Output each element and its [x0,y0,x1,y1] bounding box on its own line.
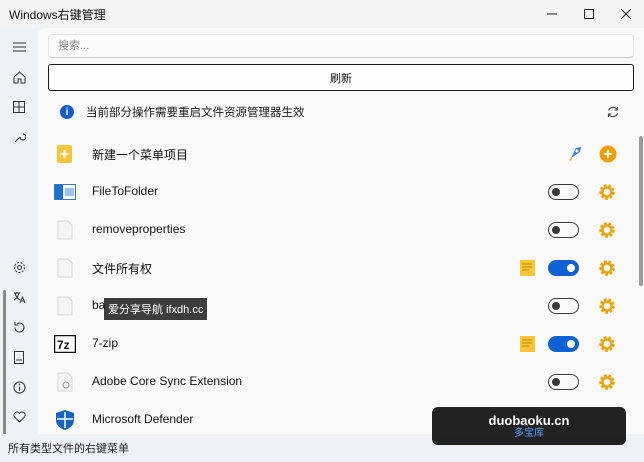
watermark-badge: duobaoku.cn 多宝库 [432,407,626,445]
window-title: Windows右键管理 [9,7,106,22]
status-text: 所有类型文件的右键菜单 [8,443,129,455]
gear-icon [599,222,615,238]
translate-icon [13,291,25,303]
list-item: removeproperties [48,212,634,248]
restore-icon [13,321,24,333]
item-toggle[interactable] [548,260,579,276]
list-item: Adobe Core Sync Extension [48,364,634,400]
vertical-scrollbar[interactable] [639,136,643,286]
refresh-button-label: 刷新 [330,72,352,85]
file-icon [54,295,76,317]
info-text: 当前部分操作需要重启文件资源管理器生效 [86,107,305,119]
item-toggle[interactable] [548,184,579,200]
nav-about[interactable] [8,376,30,398]
item-label: FileToFolder [92,184,159,198]
window-controls [533,0,644,28]
nav-backup[interactable] [8,316,30,338]
svg-text:7z: 7z [57,338,70,352]
list-item: 新建一个菜单项目 [48,136,634,172]
search-input[interactable] [48,34,634,58]
info-bar: i 当前部分操作需要重启文件资源管理器生效 [48,96,634,128]
sidebar [0,28,38,450]
rocket-icon [569,147,581,161]
nav-home[interactable] [8,66,30,88]
info-outline-icon [13,381,25,393]
add-circle-icon [599,145,617,163]
item-settings-button[interactable] [597,258,617,278]
refresh-button[interactable]: 刷新 [48,64,634,91]
edit-note-button[interactable] [519,335,537,353]
nav-file-types[interactable] [8,96,30,118]
list-item: FileToFolder [48,174,634,210]
nav-settings[interactable] [8,256,30,278]
maximize-button[interactable] [570,0,607,28]
list-item: 文件所有权 [48,250,634,286]
gear-icon [599,298,615,314]
gear-icon [599,336,615,352]
item-toggle[interactable] [548,336,579,352]
book-icon [14,350,24,364]
item-settings-button[interactable] [597,296,617,316]
item-label: removeproperties [92,222,186,236]
wrench-icon [14,132,26,142]
defender-icon [54,409,76,431]
gear-icon [599,184,615,200]
file-icon [54,371,76,393]
item-label: 新建一个菜单项目 [92,148,189,162]
watermark-site: duobaoku.cn [488,412,570,428]
edit-note-button[interactable] [519,259,537,277]
title-bar: Windows右键管理 [0,0,644,28]
window-icon [54,181,76,203]
list-item: 7z 7-zip [48,326,634,362]
item-settings-button[interactable] [597,372,617,392]
heart-icon [12,411,26,423]
item-label: 7-zip [92,336,119,350]
restart-icon [607,106,619,118]
item-toggle[interactable] [548,298,579,314]
item-label: Microsoft Defender [92,412,194,426]
minimize-icon [546,13,557,15]
gear-outline-icon [13,261,25,273]
item-label: 文件所有权 [92,262,153,276]
gear-icon [599,260,615,276]
item-settings-button[interactable] [597,220,617,240]
nav-language[interactable] [8,286,30,308]
file-icon [54,257,76,279]
rocket-button[interactable] [566,145,584,163]
restart-explorer-button[interactable] [602,101,624,123]
watermark-site-sub: 多宝库 [514,427,544,439]
item-toggle[interactable] [548,222,579,238]
nav-donate[interactable] [8,406,30,428]
maximize-icon [583,9,594,19]
close-icon [620,9,631,19]
note-icon [520,336,535,352]
add-item-button[interactable] [598,144,618,164]
file-icon [54,219,76,241]
note-icon [520,260,535,276]
nav-scroll-indicator [3,290,6,450]
hamburger-menu-button[interactable] [8,36,30,58]
item-settings-button[interactable] [597,182,617,202]
nav-dictionary[interactable] [8,346,30,368]
item-settings-button[interactable] [597,334,617,354]
item-label: Adobe Core Sync Extension [92,374,243,388]
nav-tools[interactable] [8,126,30,148]
close-button[interactable] [607,0,644,28]
item-toggle[interactable] [548,374,579,390]
7zip-icon: 7z [54,333,76,355]
gear-icon [599,374,615,390]
hamburger-icon [12,42,26,52]
minimize-button[interactable] [533,0,570,28]
new-item-icon [54,143,76,165]
grid-icon [13,101,25,113]
watermark-overlay: 爱分享导航 ifxdh.cc [104,298,208,320]
info-icon: i [60,105,74,119]
main-content: 刷新 i 当前部分操作需要重启文件资源管理器生效 新建一个菜单项目 FileTo… [38,28,644,434]
home-icon [13,70,25,83]
